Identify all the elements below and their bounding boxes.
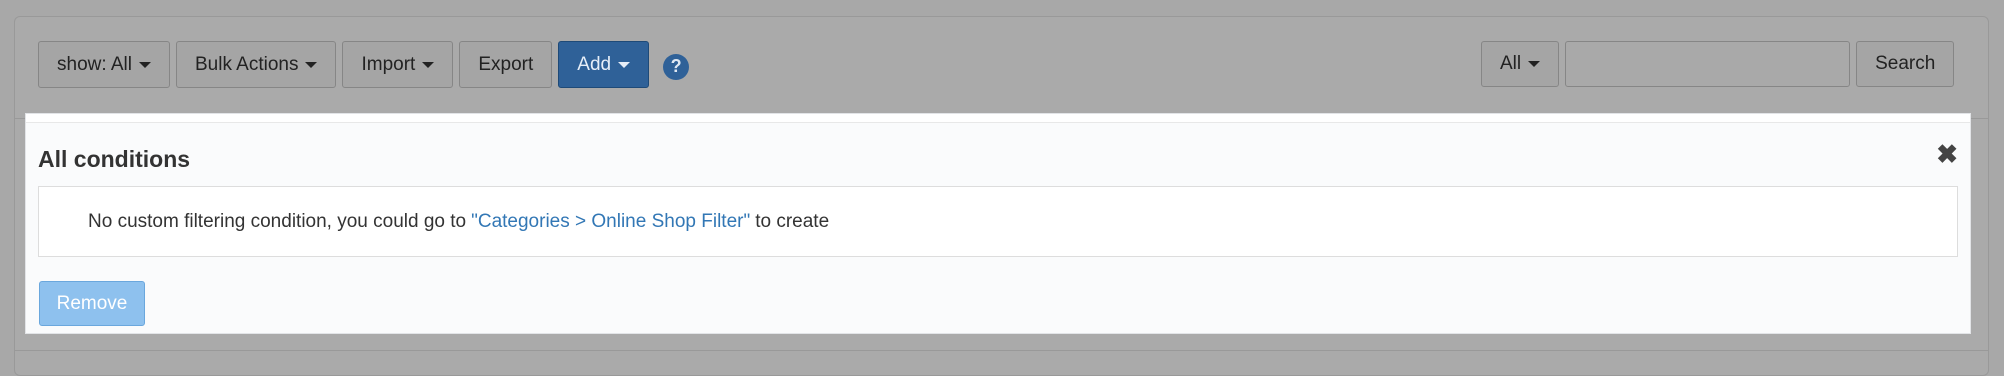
dialog-top-edge [26, 114, 1970, 123]
remove-label: Remove [56, 292, 128, 314]
search-button-label: Search [1875, 53, 1936, 74]
help-glyph: ? [670, 56, 682, 76]
caret-down-icon [1528, 61, 1541, 67]
remove-button[interactable]: Remove [39, 281, 145, 326]
add-label: Add [577, 53, 612, 75]
panel-divider [14, 350, 1989, 351]
caret-down-icon [422, 61, 435, 68]
show-filter-label: show: All [57, 53, 132, 75]
search-scope-dropdown[interactable]: All [1481, 41, 1560, 87]
search-button[interactable]: Search [1856, 41, 1955, 87]
show-filter-dropdown[interactable]: show: All [38, 41, 170, 88]
online-shop-filter-link[interactable]: "Categories > Online Shop Filter" [471, 211, 750, 233]
empty-message-prefix: No custom filtering condition, you could… [88, 210, 467, 232]
search-scope-label: All [1500, 53, 1522, 74]
search-group: All Search [1481, 41, 1960, 87]
dialog-title: All conditions [38, 146, 191, 172]
toolbar: show: All Bulk Actions Import Export Add… [38, 41, 690, 88]
add-dropdown-button[interactable]: Add [558, 41, 650, 88]
bulk-actions-dropdown[interactable]: Bulk Actions [175, 41, 337, 88]
bulk-actions-label: Bulk Actions [194, 53, 299, 75]
import-label: Import [361, 53, 416, 75]
export-label: Export [478, 53, 534, 75]
caret-down-icon [305, 61, 318, 68]
empty-message-suffix: to create [755, 210, 830, 232]
caret-down-icon [618, 61, 631, 68]
conditions-dialog: All conditions ✖ No custom filtering con… [25, 113, 1971, 334]
search-input[interactable] [1565, 41, 1851, 87]
export-button[interactable]: Export [459, 41, 553, 88]
import-dropdown[interactable]: Import [342, 41, 454, 88]
help-icon[interactable]: ? [663, 53, 690, 80]
close-icon[interactable]: ✖ [1936, 141, 1958, 167]
conditions-list: No custom filtering condition, you could… [38, 186, 1958, 257]
caret-down-icon [138, 61, 151, 68]
